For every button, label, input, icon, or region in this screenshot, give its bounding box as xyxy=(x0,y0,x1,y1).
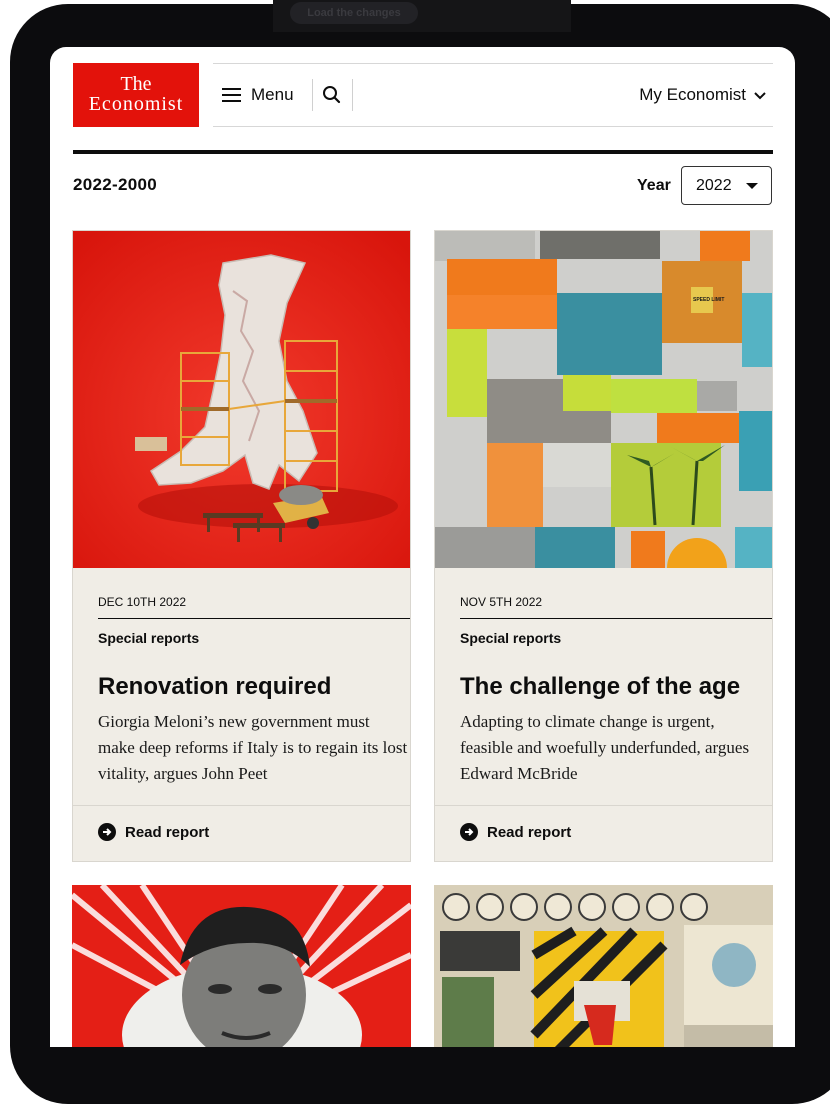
year-select-value: 2022 xyxy=(696,176,732,194)
report-card[interactable] xyxy=(72,885,411,1047)
my-economist-dropdown[interactable]: My Economist xyxy=(639,83,767,107)
menu-icon xyxy=(222,88,241,102)
read-report-label: Read report xyxy=(487,823,572,841)
report-card[interactable]: SPEED LIMIT NOV 5TH 2022 Special reports… xyxy=(434,230,773,862)
menu-label: Menu xyxy=(251,85,294,104)
read-report-link[interactable]: Read report xyxy=(98,823,209,841)
climate-collage-illustration: SPEED LIMIT xyxy=(435,231,772,568)
arrow-right-circle-icon xyxy=(460,823,478,841)
year-label: Year xyxy=(637,177,671,194)
report-kicker[interactable]: Special reports xyxy=(460,630,561,646)
logo-line-2: Economist xyxy=(88,93,184,115)
report-title[interactable]: Renovation required xyxy=(98,673,331,701)
report-card[interactable] xyxy=(434,885,773,1047)
chevron-down-icon xyxy=(754,92,766,100)
arrow-right-circle-icon xyxy=(98,823,116,841)
section-rule xyxy=(73,150,773,154)
menu-button[interactable]: Menu xyxy=(222,83,294,107)
report-title[interactable]: The challenge of the age xyxy=(460,673,740,701)
header-separator xyxy=(312,79,313,111)
screen: The Economist Menu My Economist 2022-200… xyxy=(50,47,795,1047)
report-cover-image[interactable] xyxy=(434,885,773,1047)
economist-logo[interactable]: The Economist xyxy=(73,63,199,127)
report-kicker[interactable]: Special reports xyxy=(98,630,199,646)
search-icon xyxy=(323,86,341,104)
report-date: DEC 10TH 2022 xyxy=(98,595,187,609)
report-card[interactable]: DEC 10TH 2022 Special reports Renovation… xyxy=(72,230,411,862)
read-report-link[interactable]: Read report xyxy=(460,823,571,841)
card-footer-divider xyxy=(73,805,410,806)
report-cover-image[interactable] xyxy=(73,231,410,568)
report-cover-image[interactable] xyxy=(72,885,411,1047)
card-divider xyxy=(460,618,772,619)
header-divider-bottom xyxy=(213,126,773,127)
report-description: Adapting to climate change is urgent, fe… xyxy=(460,712,750,783)
search-button[interactable] xyxy=(320,83,344,107)
header-separator xyxy=(352,79,353,111)
speed-limit-sign: SPEED LIMIT xyxy=(693,297,724,303)
caret-down-icon xyxy=(745,182,758,189)
section-title: 2022-2000 xyxy=(73,175,157,194)
card-divider xyxy=(98,618,410,619)
report-cover-image[interactable]: SPEED LIMIT xyxy=(435,231,772,568)
read-report-label: Read report xyxy=(125,823,210,841)
renovation-illustration xyxy=(73,231,410,568)
logo-line-1: The xyxy=(120,73,152,95)
header-divider-top xyxy=(213,63,773,64)
report-description: Giorgia Meloni’s new government must mak… xyxy=(98,712,408,783)
card-footer-divider xyxy=(435,805,772,806)
my-economist-label: My Economist xyxy=(639,85,746,104)
report-date: NOV 5TH 2022 xyxy=(460,595,543,609)
load-changes-pill[interactable]: Load the changes xyxy=(290,2,418,24)
year-select[interactable]: 2022 xyxy=(681,166,772,205)
